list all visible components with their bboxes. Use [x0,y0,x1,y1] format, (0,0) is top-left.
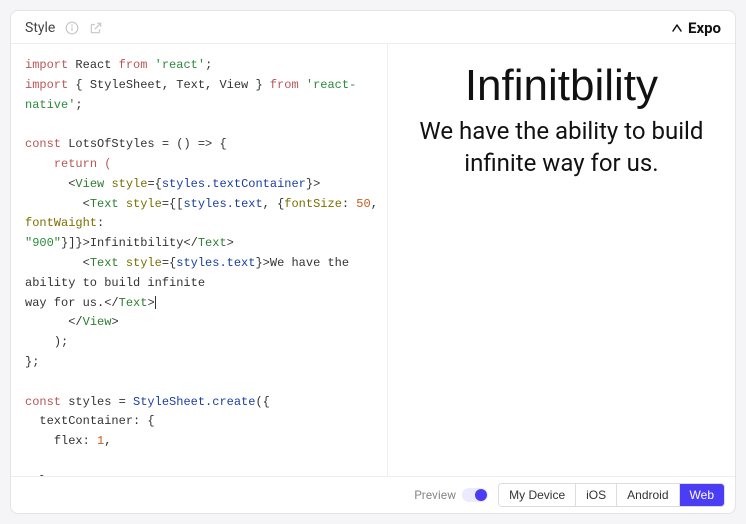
code-editor[interactable]: import React from 'react'; import { Styl… [11,44,387,476]
body: import React from 'react'; import { Styl… [11,43,735,476]
info-icon[interactable] [65,21,79,35]
expo-label: Expo [688,19,721,37]
footer: Preview My Device iOS Android Web [11,476,735,513]
preview-heading: Infinitbility [465,62,658,110]
platform-ios-button[interactable]: iOS [575,484,616,506]
platform-selector: My Device iOS Android Web [498,483,725,507]
snack-panel: Style Expo import React from 'react'; im… [10,10,736,514]
toggle-switch[interactable] [462,488,488,502]
expo-brand[interactable]: Expo [671,19,721,37]
preview-toggle[interactable]: Preview [414,488,488,502]
header: Style Expo [11,11,735,43]
text-cursor [155,296,156,309]
expo-chevron-icon [671,22,683,34]
file-title: Style [25,20,55,36]
platform-mydevice-button[interactable]: My Device [499,484,575,506]
header-left: Style [25,20,103,36]
preview-pane: Infinitbility We have the ability to bui… [387,44,735,476]
external-link-icon[interactable] [89,21,103,35]
preview-text: We have the ability to build infinite wa… [406,116,717,178]
preview-toggle-label: Preview [414,488,456,502]
platform-android-button[interactable]: Android [616,484,678,506]
platform-web-button[interactable]: Web [679,484,724,506]
